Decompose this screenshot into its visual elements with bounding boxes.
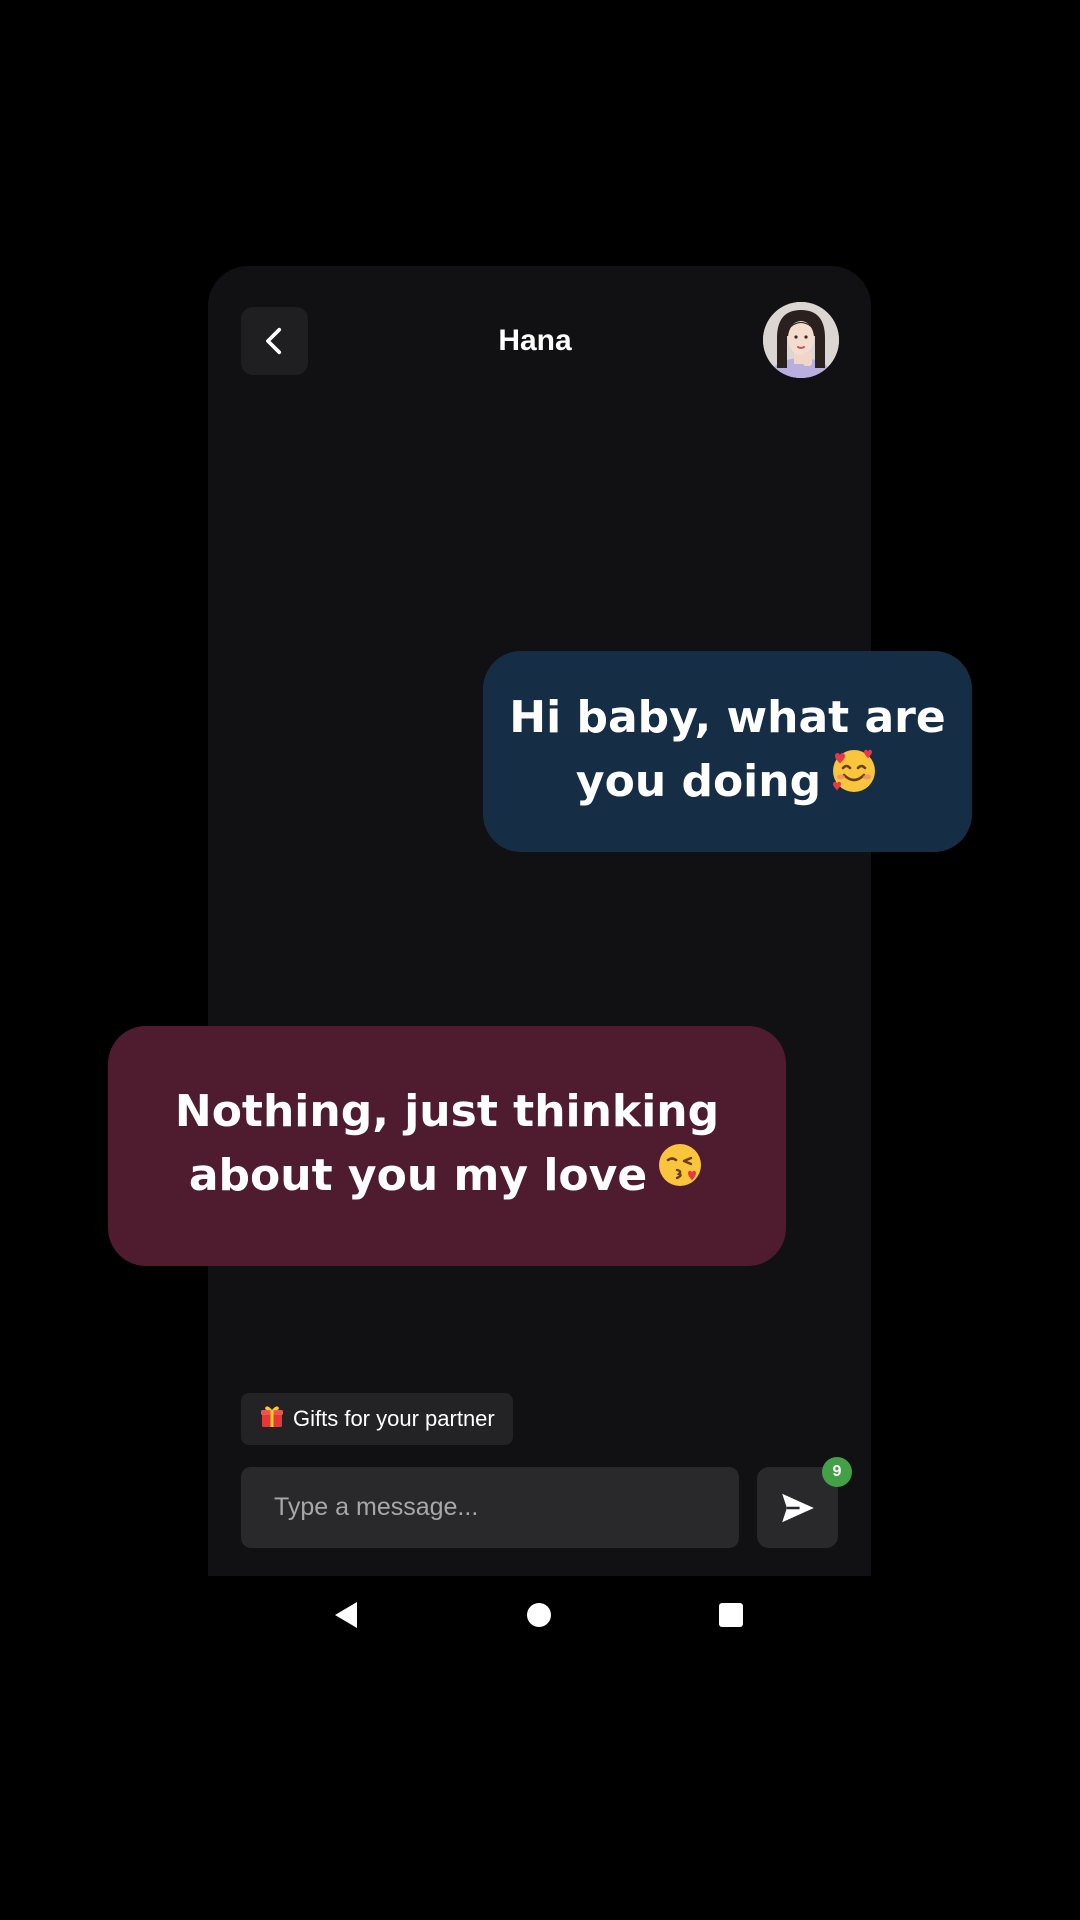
message-count-badge: 9 xyxy=(822,1457,852,1487)
nav-back-button[interactable] xyxy=(321,1590,371,1640)
smiling-face-with-hearts-icon xyxy=(829,746,879,814)
message-input[interactable] xyxy=(241,1467,739,1548)
back-button[interactable] xyxy=(241,307,308,375)
nav-recents-icon xyxy=(719,1603,743,1627)
message-text: Hi baby, what are you doing xyxy=(509,691,946,807)
chevron-left-icon xyxy=(265,327,281,355)
chat-screen xyxy=(208,266,871,1576)
nav-home-button[interactable] xyxy=(514,1590,564,1640)
incoming-message-bubble: Nothing, just thinking about you my love xyxy=(108,1026,786,1266)
stage: Hana Hi baby, what are you doing Nothing… xyxy=(0,0,1080,1920)
chat-title: Hana xyxy=(498,324,572,357)
gift-icon xyxy=(259,1403,285,1435)
outgoing-message-bubble: Hi baby, what are you doing xyxy=(483,651,972,852)
avatar-image xyxy=(763,302,839,378)
message-text: Nothing, just thinking about you my love xyxy=(174,1086,720,1201)
incoming-message-content: Nothing, just thinking about you my love xyxy=(148,1080,746,1212)
nav-recents-button[interactable] xyxy=(706,1590,756,1640)
chip-label: Gifts for your partner xyxy=(293,1406,495,1431)
gift-suggestion-chip[interactable]: Gifts for your partner xyxy=(241,1393,513,1445)
send-icon xyxy=(781,1493,814,1522)
avatar[interactable] xyxy=(763,302,839,378)
nav-back-icon xyxy=(335,1602,357,1628)
face-blowing-kiss-icon xyxy=(655,1140,705,1208)
nav-home-icon xyxy=(527,1603,551,1627)
outgoing-message-content: Hi baby, what are you doing xyxy=(507,686,948,818)
